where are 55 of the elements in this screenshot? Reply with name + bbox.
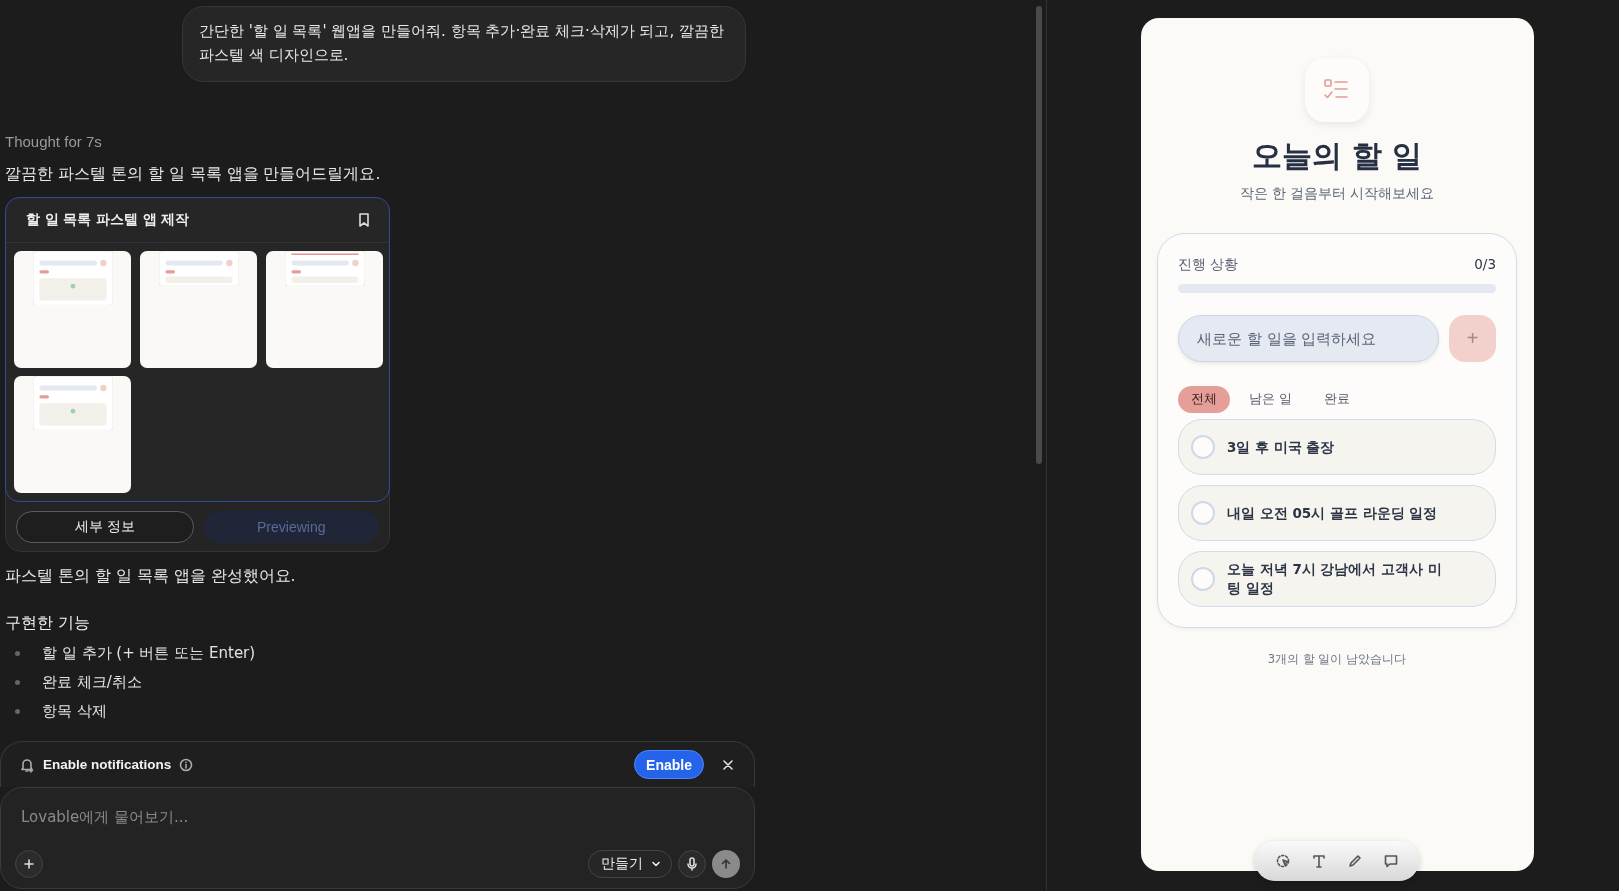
- microphone-icon: [686, 857, 698, 871]
- assistant-text: 파스텔 톤의 할 일 목록 앱을 완성했어요.: [5, 566, 297, 587]
- plus-icon: [23, 858, 35, 870]
- remaining-count: 3개의 할 일이 남았습니다: [1267, 652, 1407, 667]
- section-heading: 구현한 기능: [5, 613, 92, 634]
- attach-button[interactable]: [15, 850, 43, 878]
- bell-icon: [19, 756, 35, 773]
- filter-tab[interactable]: 남은 일: [1236, 386, 1305, 413]
- mode-dropdown[interactable]: 만들기: [588, 850, 672, 878]
- todo-text: 오늘 저녁 7시 강남에서 고객사 미팅 일정: [1227, 560, 1443, 598]
- assistant-text: 깔끔한 파스텔 톤의 할 일 목록 앱을 만들어드릴게요.: [5, 164, 382, 185]
- list-item-text: 할 일 추가 (+ 버튼 또는 Enter): [42, 643, 256, 663]
- close-icon: [722, 758, 734, 771]
- filter-tab[interactable]: 완료: [1311, 386, 1363, 413]
- todo-item[interactable]: 3일 후 미국 출장: [1178, 419, 1496, 475]
- artifact-title: 할 일 목록 파스텔 앱 제작: [26, 211, 190, 229]
- text-tool-icon: [1311, 853, 1327, 869]
- list-item-text: 항목 삭제: [42, 701, 107, 721]
- thought-label[interactable]: Thought for 7s: [5, 133, 760, 150]
- todo-text: 내일 오전 05시 골프 라운딩 일정: [1227, 503, 1438, 523]
- bullet-icon: [15, 679, 20, 685]
- bullet-icon: [15, 708, 20, 714]
- progress-count: 0/3: [1474, 256, 1496, 274]
- select-icon: [1275, 853, 1291, 869]
- bullet-icon: [15, 650, 20, 656]
- notification-label: Enable notifications: [43, 757, 172, 772]
- chevron-down-icon: [651, 859, 661, 869]
- user-message: 간단한 '할 일 목록' 웹앱을 만들어줘. 항목 추가·완료 체크·삭제가 되고, 깔끔한 파스텔 색 디자인으로.: [182, 6, 746, 82]
- arrow-up-icon: [720, 858, 732, 870]
- info-icon: [179, 757, 194, 772]
- filter-tab[interactable]: 전체: [1178, 386, 1230, 413]
- todo-text: 3일 후 미국 출장: [1227, 437, 1335, 457]
- app-subtitle: 작은 한 걸음부터 시작해보세요: [1239, 185, 1435, 203]
- scrollbar[interactable]: [1036, 6, 1042, 464]
- enable-button[interactable]: Enable: [634, 750, 704, 779]
- microphone-button[interactable]: [678, 850, 706, 878]
- todo-item[interactable]: 내일 오전 05시 골프 라운딩 일정: [1178, 485, 1496, 541]
- send-button[interactable]: [712, 850, 740, 878]
- preview-thumbnail[interactable]: [266, 251, 383, 368]
- pencil-icon: [1347, 853, 1363, 869]
- bookmark-icon: [357, 212, 371, 228]
- checkbox[interactable]: [1191, 501, 1215, 525]
- details-button[interactable]: 세부 정보: [16, 511, 194, 543]
- progress-label: 진행 상황: [1178, 256, 1239, 274]
- app-title: 오늘의 할 일: [1251, 137, 1423, 175]
- checkbox[interactable]: [1191, 435, 1215, 459]
- checkbox[interactable]: [1191, 567, 1215, 591]
- message-input[interactable]: Lovable에게 물어보기...: [15, 804, 740, 830]
- preview-thumbnail[interactable]: [140, 251, 257, 368]
- comment-icon: [1383, 853, 1399, 869]
- preview-thumbnail[interactable]: [14, 376, 131, 493]
- preview-thumbnail[interactable]: [14, 251, 131, 368]
- todo-item[interactable]: 오늘 저녁 7시 강남에서 고객사 미팅 일정: [1178, 551, 1496, 607]
- todo-input[interactable]: 새로운 할 일을 입력하세요: [1178, 315, 1439, 362]
- list-item-text: 완료 체크/취소: [42, 672, 142, 692]
